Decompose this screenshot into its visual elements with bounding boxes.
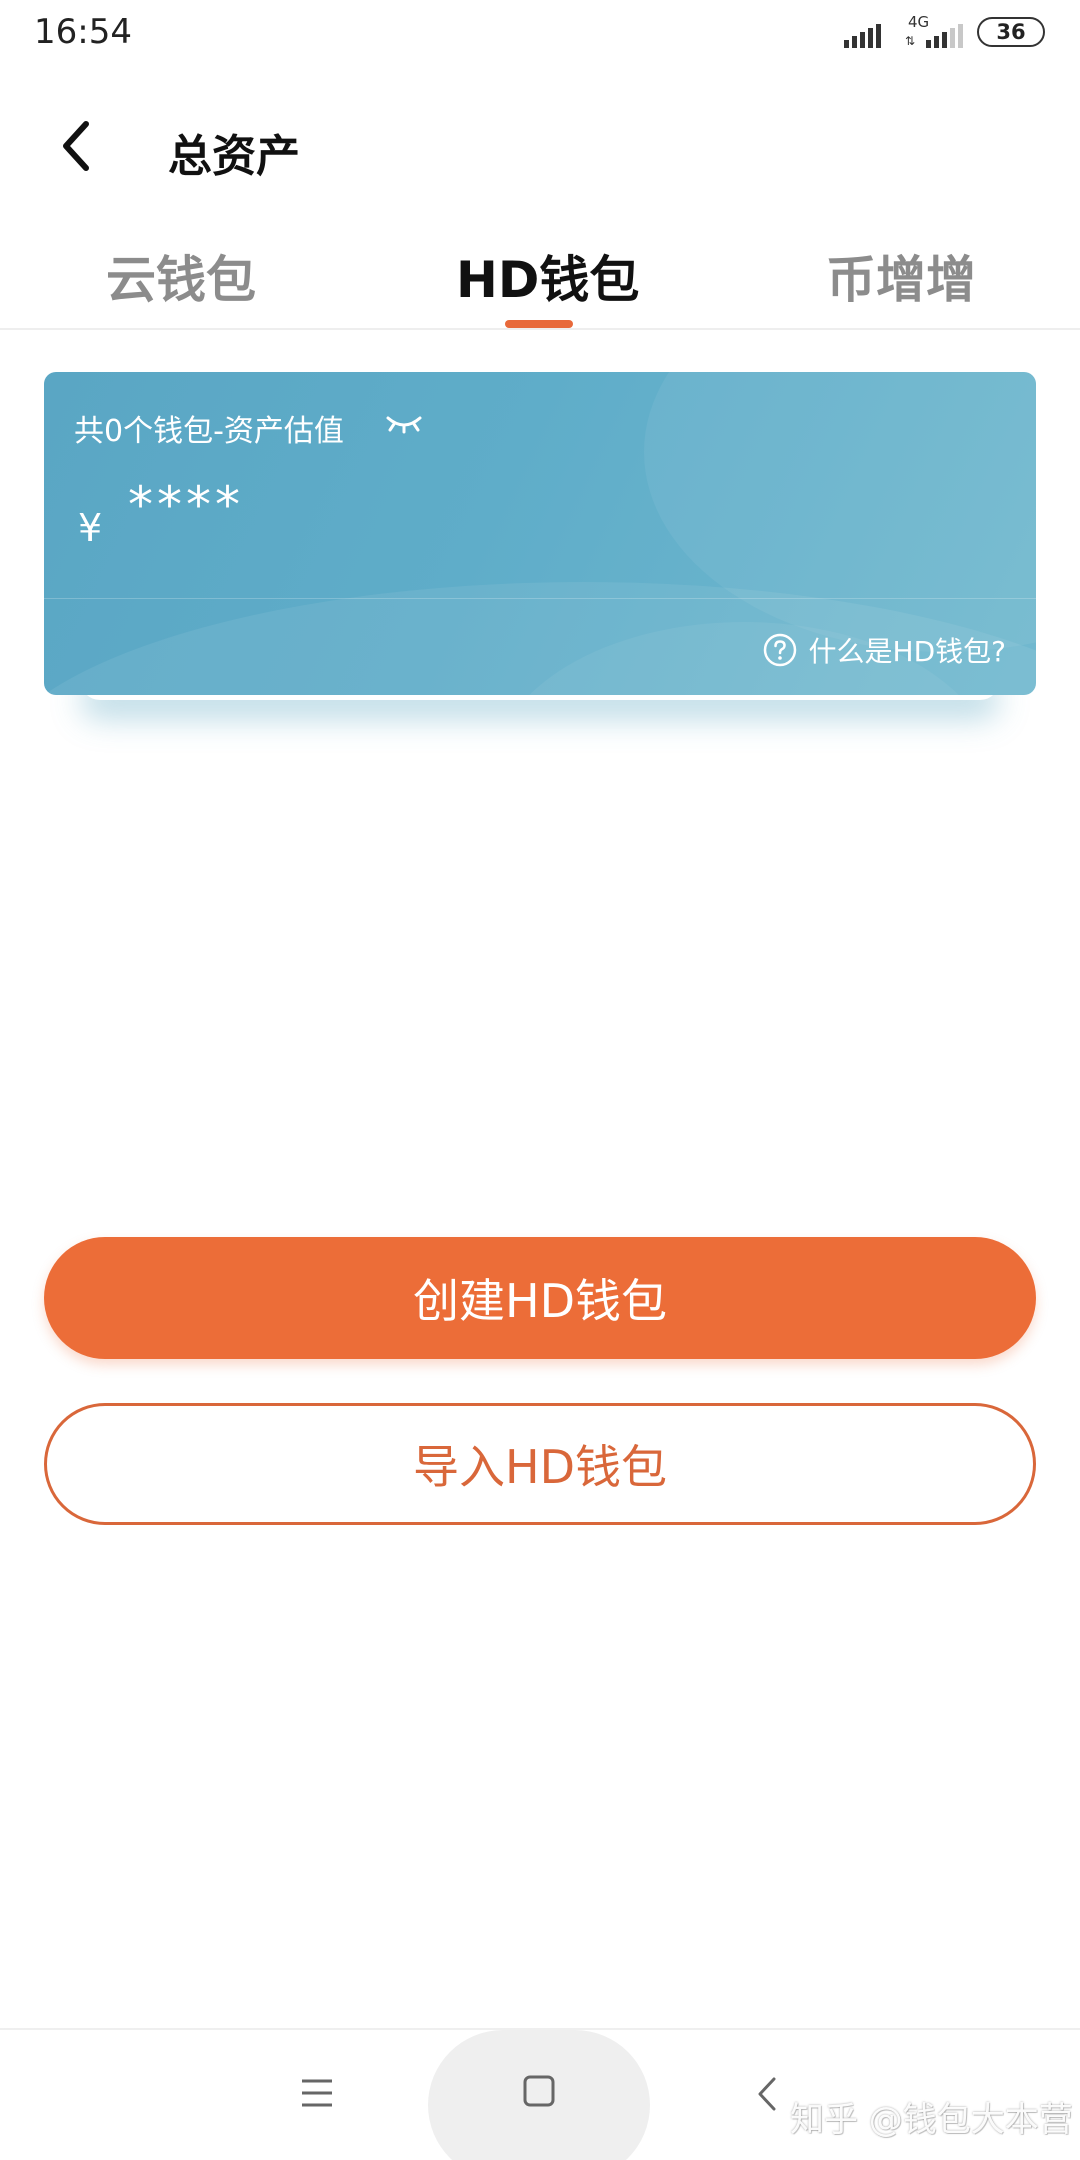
currency-symbol: ¥ <box>78 506 103 550</box>
chevron-left-icon[interactable] <box>56 118 100 174</box>
status-bar: 16:54 4G ⇅ 36 <box>0 0 1080 66</box>
tab-hd-wallet[interactable]: HD钱包 <box>456 240 639 312</box>
tab-coin-boost[interactable]: 币增增 <box>826 240 976 312</box>
help-link-text: 什么是HD钱包? <box>808 635 1006 668</box>
asset-amount-masked: **** <box>128 476 244 534</box>
question-circle-icon <box>763 633 796 667</box>
home-square-icon[interactable] <box>522 2074 556 2108</box>
tab-cloud-wallet[interactable]: 云钱包 <box>106 240 256 312</box>
screen: 16:54 4G ⇅ 36 总资产 云钱包 HD钱包 币增增 共0个钱包-资产估… <box>0 0 1080 2160</box>
create-hd-wallet-button[interactable]: 创建HD钱包 <box>44 1237 1036 1359</box>
battery-indicator: 36 <box>977 17 1045 47</box>
watermark: 知乎 @钱包大本营 <box>790 2100 1073 2140</box>
card-divider <box>44 598 1036 599</box>
status-time: 16:54 <box>34 12 132 52</box>
eye-closed-icon[interactable] <box>384 410 424 438</box>
data-activity-icon: ⇅ <box>905 34 916 48</box>
tab-bar: 云钱包 HD钱包 币增增 <box>0 230 1080 330</box>
signal-strength-icon <box>844 24 881 48</box>
wallet-count-label: 共0个钱包-资产估值 <box>74 414 344 449</box>
header: 总资产 <box>0 90 1080 200</box>
what-is-hd-wallet-link[interactable]: 什么是HD钱包? <box>763 630 1006 670</box>
active-tab-indicator <box>505 320 573 328</box>
signal-strength-2-icon <box>926 24 963 48</box>
import-hd-wallet-button[interactable]: 导入HD钱包 <box>44 1403 1036 1525</box>
asset-card: 共0个钱包-资产估值 ¥ **** 什么是HD钱包? <box>44 372 1036 695</box>
page-title: 总资产 <box>168 131 300 182</box>
menu-icon[interactable] <box>298 2076 336 2110</box>
back-chevron-icon[interactable] <box>756 2076 778 2112</box>
